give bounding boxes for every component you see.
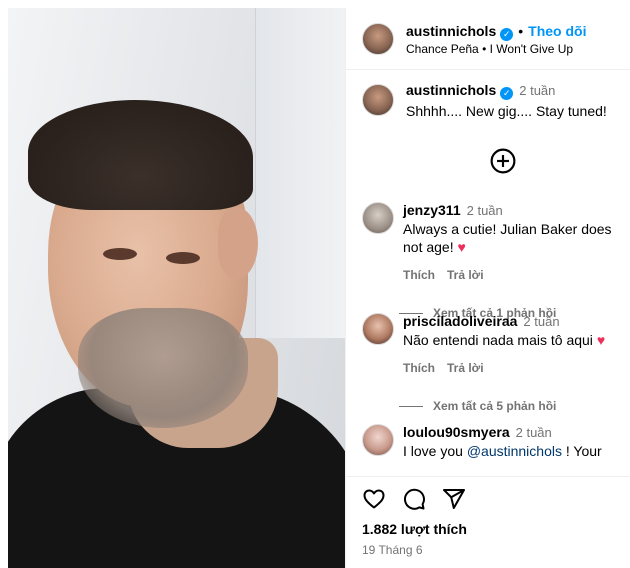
comment-actions: Thích Trả lời — [403, 268, 629, 282]
comment-text-suffix: ! Your — [561, 443, 602, 459]
post-photo[interactable] — [8, 8, 345, 568]
photo-ear — [218, 208, 258, 278]
post-caption: austinnichols ✓ 2 tuần Shhhh.... New gig..… — [346, 70, 630, 184]
comment-mention[interactable]: @austinnichols — [467, 443, 562, 459]
follow-button[interactable]: Theo dõi — [528, 23, 586, 39]
action-icons — [362, 487, 466, 511]
comment-body: jenzy311 2 tuần Always a cutie! Julian Ba… — [399, 202, 629, 320]
caption-avatar[interactable] — [362, 84, 394, 116]
comment-reply-button[interactable]: Trả lời — [447, 268, 484, 282]
comment-icon[interactable] — [402, 487, 426, 511]
comment-username[interactable]: jenzy311 — [403, 202, 461, 218]
comment-body: prisciladoliveiraa 2 tuần Não entendi nad… — [399, 313, 629, 413]
comment-actions: Thích Trả lời — [403, 361, 629, 375]
audio-artist: Chance Peña — [406, 42, 479, 56]
audio-info[interactable]: Chance Peña • I Won't Give Up — [406, 42, 573, 56]
comment-text: I love you @austinnichols ! Your — [403, 442, 629, 460]
caption-time: 2 tuần — [519, 83, 556, 98]
comment-text-prefix: I love you — [403, 443, 467, 459]
heart-emoji: ♥ — [457, 239, 466, 255]
caption-username[interactable]: austinnichols — [406, 82, 496, 98]
audio-title: I Won't Give Up — [489, 42, 574, 56]
comment-text: Não entendi nada mais tô aqui ♥ — [403, 331, 629, 349]
comment-username[interactable]: loulou90smyera — [403, 424, 510, 440]
separator-dot: • — [518, 23, 524, 39]
heart-icon[interactable] — [362, 487, 386, 511]
comment-text-content: Always a cutie! Julian Baker does not ag… — [403, 221, 612, 255]
comment-head: jenzy311 2 tuần — [403, 202, 629, 218]
view-replies-label: Xem tất cả 5 phản hồi — [433, 399, 557, 413]
verified-badge-icon: ✓ — [500, 28, 514, 41]
comment-body: loulou90smyera 2 tuần I love you @austinn… — [403, 424, 629, 460]
comment-text-content: Não entendi nada mais tô aqui — [403, 332, 593, 348]
like-count[interactable]: 1.882 lượt thích — [362, 521, 467, 537]
comment-like-button[interactable]: Thích — [403, 268, 435, 282]
photo-cabinet — [255, 8, 345, 338]
author-avatar[interactable] — [362, 23, 394, 55]
verified-badge-icon: ✓ — [500, 87, 514, 100]
caption-text: Shhhh.... New gig.... Stay tuned! — [406, 103, 607, 119]
comment-head: loulou90smyera 2 tuần — [403, 424, 629, 440]
comment-time: 2 tuần — [523, 314, 560, 329]
heart-emoji: ♥ — [596, 332, 606, 348]
audio-separator: • — [482, 42, 487, 56]
comment-time: 2 tuần — [515, 425, 552, 440]
replies-divider — [399, 405, 423, 407]
author-username[interactable]: austinnichols — [406, 23, 496, 39]
photo-beard — [78, 308, 248, 428]
comment-text: Always a cutie! Julian Baker does not ag… — [403, 220, 629, 256]
photo-eye-right — [166, 252, 200, 264]
caption-head: austinnichols ✓ 2 tuần — [406, 82, 555, 100]
comment-like-button[interactable]: Thích — [403, 361, 435, 375]
plus-circle-icon[interactable] — [490, 148, 516, 174]
post-sidebar: austinnichols ✓ • Theo dõi Chance Peña • I … — [345, 8, 630, 568]
post-footer: 1.882 lượt thích 19 Tháng 6 — [346, 476, 630, 568]
commenter-avatar[interactable] — [362, 202, 394, 234]
comment-head: prisciladoliveiraa 2 tuần — [403, 313, 629, 329]
comment-time: 2 tuần — [466, 203, 503, 218]
commenter-avatar[interactable] — [362, 424, 394, 456]
photo-hair — [28, 100, 253, 210]
author-line: austinnichols ✓ • Theo dõi — [406, 23, 586, 41]
post-header: austinnichols ✓ • Theo dõi Chance Peña • I … — [346, 8, 630, 70]
post-date[interactable]: 19 Tháng 6 — [362, 543, 423, 557]
share-icon[interactable] — [442, 487, 466, 511]
comment-reply-button[interactable]: Trả lời — [447, 361, 484, 375]
comments-list[interactable]: jenzy311 2 tuần Always a cutie! Julian Ba… — [346, 185, 630, 476]
commenter-avatar[interactable] — [362, 313, 394, 345]
comment-username[interactable]: prisciladoliveiraa — [403, 313, 517, 329]
view-replies-button[interactable]: Xem tất cả 5 phản hồi — [399, 399, 629, 413]
photo-eye-left — [103, 248, 137, 260]
